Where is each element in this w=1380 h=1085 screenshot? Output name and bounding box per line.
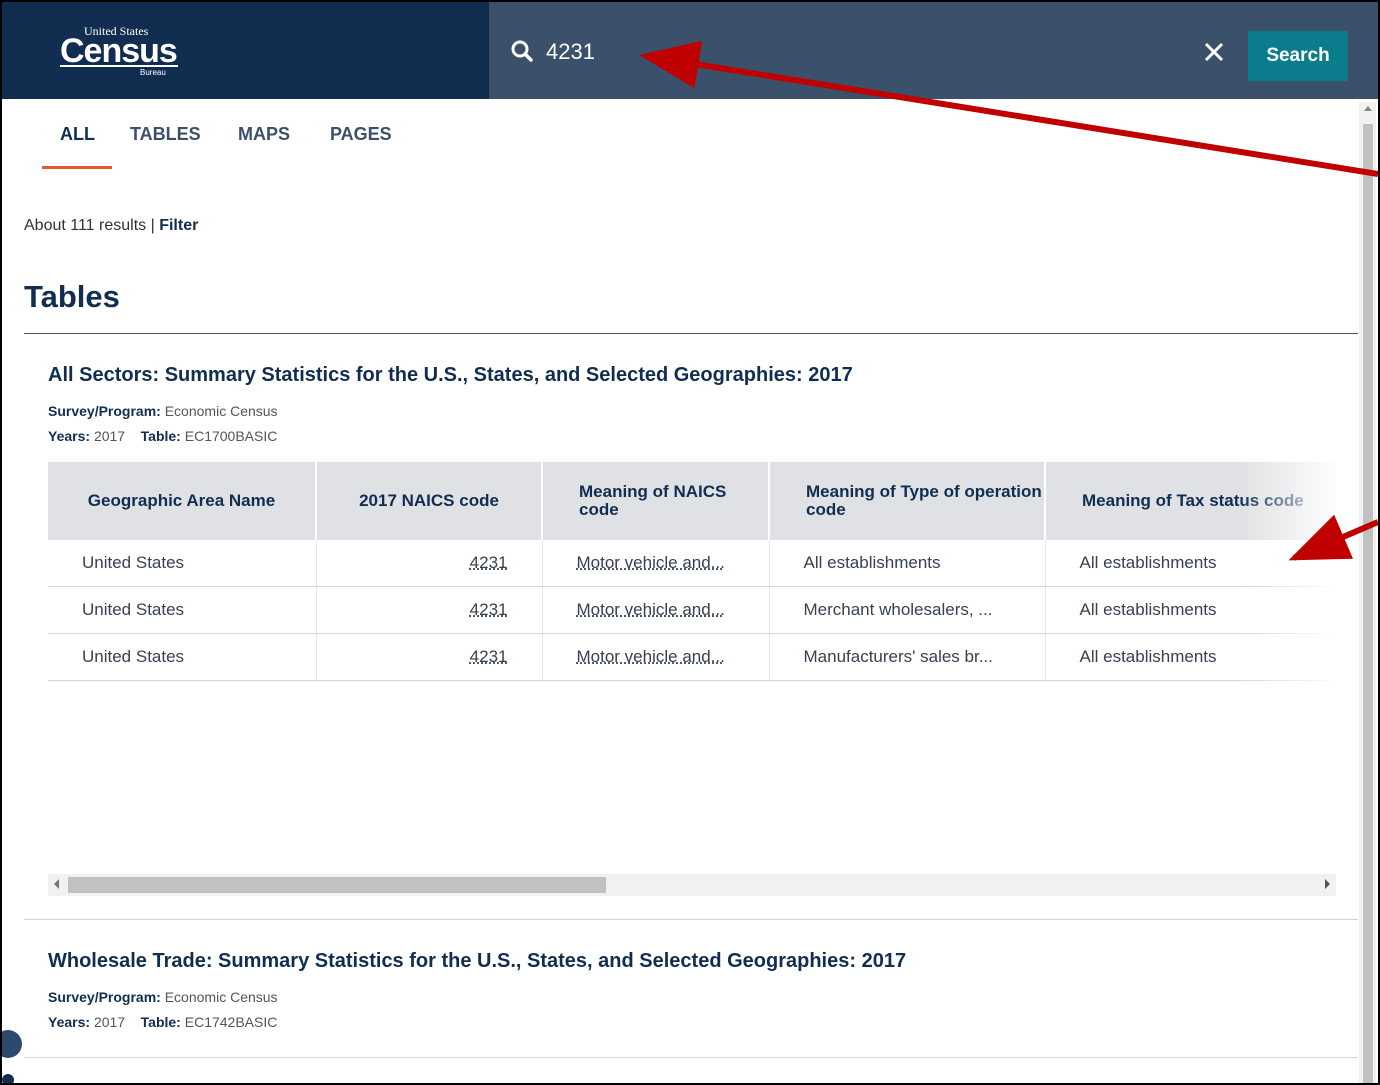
section-title: Tables bbox=[24, 279, 120, 314]
tab-maps[interactable]: MAPS bbox=[238, 124, 290, 145]
survey-value: Economic Census bbox=[164, 989, 278, 1005]
scroll-up-icon[interactable] bbox=[1364, 106, 1372, 111]
years-label: Years: bbox=[48, 428, 91, 444]
survey-value: Economic Census bbox=[164, 403, 278, 419]
card-divider bbox=[24, 919, 1358, 920]
column-header[interactable]: Meaning of Type of operation code bbox=[769, 462, 1046, 540]
scroll-left-icon[interactable] bbox=[54, 879, 59, 889]
table-fade-overlay bbox=[1238, 462, 1336, 872]
naics-code-link[interactable]: 4231 bbox=[470, 647, 508, 666]
brand-area: United States Census Bureau bbox=[2, 2, 489, 99]
card-divider bbox=[24, 1057, 1358, 1058]
tab-all[interactable]: ALL bbox=[60, 124, 95, 145]
data-table: Geographic Area Name 2017 NAICS code Mea… bbox=[48, 462, 1336, 681]
table-cell: 4231 bbox=[316, 633, 543, 681]
table-cell: United States bbox=[48, 540, 317, 587]
search-button[interactable]: Search bbox=[1248, 31, 1348, 81]
tab-tables[interactable]: TABLES bbox=[130, 124, 201, 145]
active-tab-indicator bbox=[42, 166, 112, 169]
result-count: About 111 results | Filter bbox=[24, 217, 198, 235]
naics-code-link[interactable]: 4231 bbox=[470, 600, 508, 619]
search-bar: 4231 Search bbox=[489, 2, 1378, 99]
scroll-right-icon[interactable] bbox=[1325, 879, 1330, 889]
data-table-preview[interactable]: Geographic Area Name 2017 NAICS code Mea… bbox=[48, 462, 1336, 684]
table-row: United States 4231 Motor vehicle and... … bbox=[48, 633, 1336, 681]
table-cell: 4231 bbox=[316, 586, 543, 634]
result-title-link[interactable]: All Sectors: Summary Statistics for the … bbox=[48, 364, 853, 387]
column-header[interactable]: Geographic Area Name bbox=[48, 462, 317, 540]
years-value: 2017 bbox=[93, 428, 126, 444]
vertical-scroll-thumb[interactable] bbox=[1363, 124, 1373, 1083]
table-cell: All establishments bbox=[769, 540, 1046, 587]
decorative-shape bbox=[2, 1030, 22, 1083]
horizontal-scrollbar[interactable] bbox=[48, 874, 1336, 896]
naics-code-link[interactable]: 4231 bbox=[470, 553, 508, 572]
result-title-link[interactable]: Wholesale Trade: Summary Statistics for … bbox=[48, 950, 906, 973]
tab-pages[interactable]: PAGES bbox=[330, 124, 392, 145]
page-frame: United States Census Bureau 4231 Search … bbox=[0, 0, 1380, 1085]
table-header-row: Geographic Area Name 2017 NAICS code Mea… bbox=[48, 462, 1336, 540]
years-label: Years: bbox=[48, 1014, 91, 1030]
table-cell: Merchant wholesalers, ... bbox=[769, 586, 1046, 634]
table-row: United States 4231 Motor vehicle and... … bbox=[48, 540, 1336, 587]
search-icon bbox=[511, 40, 533, 62]
site-header: United States Census Bureau 4231 Search bbox=[2, 2, 1378, 99]
survey-label: Survey/Program: bbox=[48, 989, 161, 1005]
logo-rule bbox=[60, 65, 178, 67]
vertical-scrollbar[interactable] bbox=[1359, 102, 1376, 1083]
survey-label: Survey/Program: bbox=[48, 403, 161, 419]
logo-line-bureau: Bureau bbox=[140, 68, 166, 77]
column-header[interactable]: 2017 NAICS code bbox=[316, 462, 543, 540]
table-id: EC1742BASIC bbox=[184, 1014, 278, 1030]
naics-meaning-link[interactable]: Motor vehicle and... bbox=[577, 600, 725, 619]
years-table-line: Years: 2017 Table: EC1742BASIC bbox=[48, 1014, 277, 1030]
table-cell: Motor vehicle and... bbox=[542, 586, 770, 634]
table-label: Table: bbox=[140, 1014, 181, 1030]
search-input[interactable]: 4231 bbox=[546, 39, 595, 65]
survey-program: Survey/Program: Economic Census bbox=[48, 989, 278, 1005]
naics-meaning-link[interactable]: Motor vehicle and... bbox=[577, 647, 725, 666]
naics-meaning-link[interactable]: Motor vehicle and... bbox=[577, 553, 725, 572]
table-cell: Manufacturers' sales br... bbox=[769, 633, 1046, 681]
table-cell: Motor vehicle and... bbox=[542, 540, 770, 587]
table-row: United States 4231 Motor vehicle and... … bbox=[48, 586, 1336, 634]
filter-link[interactable]: Filter bbox=[159, 217, 198, 234]
horizontal-scroll-thumb[interactable] bbox=[68, 877, 606, 893]
table-id: EC1700BASIC bbox=[184, 428, 278, 444]
table-cell: United States bbox=[48, 586, 317, 634]
close-icon[interactable] bbox=[1202, 40, 1226, 64]
table-label: Table: bbox=[140, 428, 181, 444]
table-cell: United States bbox=[48, 633, 317, 681]
result-count-text: About 111 results | bbox=[24, 217, 155, 234]
table-cell: 4231 bbox=[316, 540, 543, 587]
years-value: 2017 bbox=[93, 1014, 126, 1030]
years-table-line: Years: 2017 Table: EC1700BASIC bbox=[48, 428, 277, 444]
section-divider bbox=[24, 333, 1358, 334]
column-header[interactable]: Meaning of NAICS code bbox=[542, 462, 770, 540]
table-cell: Motor vehicle and... bbox=[542, 633, 770, 681]
survey-program: Survey/Program: Economic Census bbox=[48, 403, 278, 419]
